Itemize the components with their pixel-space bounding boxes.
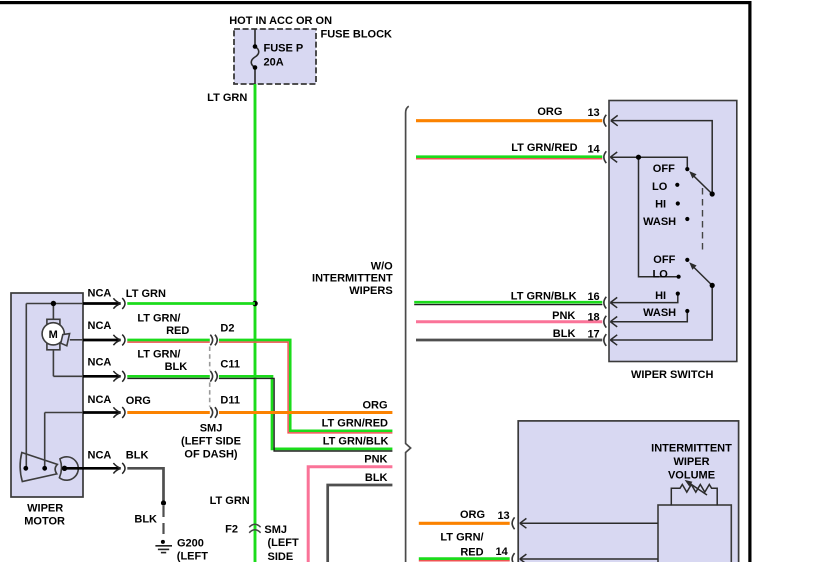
svg-text:WIPER: WIPER (673, 456, 709, 468)
svg-text:PNK: PNK (552, 310, 575, 322)
svg-text:13: 13 (497, 510, 509, 522)
svg-text:LT GRN: LT GRN (126, 288, 166, 300)
svg-text:HI: HI (655, 290, 666, 302)
svg-text:14: 14 (496, 546, 509, 558)
svg-text:LT GRN: LT GRN (210, 495, 250, 507)
svg-text:ORG: ORG (460, 509, 485, 521)
svg-text:BLK: BLK (165, 361, 188, 373)
svg-text:LO: LO (652, 181, 668, 193)
svg-text:WIPER: WIPER (27, 502, 63, 514)
svg-text:BLK: BLK (365, 472, 388, 484)
svg-text:M: M (49, 329, 58, 341)
svg-text:LT GRN/: LT GRN/ (137, 348, 180, 360)
svg-text:WASH: WASH (643, 307, 676, 319)
svg-text:NCA: NCA (88, 287, 112, 299)
svg-text:C11: C11 (220, 359, 240, 371)
svg-text:NCA: NCA (88, 356, 112, 368)
svg-text:FUSE P: FUSE P (264, 42, 304, 54)
svg-text:ORG: ORG (537, 106, 562, 118)
svg-text:SMJ: SMJ (200, 423, 223, 435)
svg-text:F2: F2 (225, 524, 238, 536)
svg-text:RED: RED (166, 325, 189, 337)
svg-text:VOLUME: VOLUME (668, 470, 715, 482)
svg-text:13: 13 (587, 107, 599, 119)
svg-text:LT GRN/RED: LT GRN/RED (511, 142, 577, 154)
svg-text:OFF: OFF (653, 163, 675, 175)
svg-text:HI: HI (655, 199, 666, 211)
svg-text:ORG: ORG (126, 395, 151, 407)
svg-text:RED: RED (460, 547, 483, 559)
svg-text:INTERMITTENT: INTERMITTENT (651, 442, 732, 454)
svg-text:BLK: BLK (134, 514, 157, 526)
svg-text:LT GRN/BLK: LT GRN/BLK (323, 436, 389, 448)
svg-text:FUSE BLOCK: FUSE BLOCK (321, 29, 393, 41)
svg-text:20A: 20A (264, 56, 284, 68)
svg-text:(LEFT: (LEFT (268, 537, 299, 549)
svg-text:D2: D2 (220, 323, 234, 335)
svg-text:G200: G200 (177, 537, 204, 549)
svg-text:BLK: BLK (553, 328, 576, 340)
svg-text:ORG: ORG (362, 400, 387, 412)
svg-text:OFF: OFF (653, 254, 675, 266)
svg-text:LT GRN/: LT GRN/ (440, 531, 483, 543)
svg-text:WASH: WASH (643, 216, 676, 228)
svg-text:LT GRN/BLK: LT GRN/BLK (511, 291, 577, 303)
svg-text:LO: LO (653, 269, 669, 281)
svg-text:NCA: NCA (88, 320, 112, 332)
svg-text:W/O: W/O (371, 261, 393, 273)
svg-text:INTERMITTENT: INTERMITTENT (312, 273, 393, 285)
svg-text:(LEFT: (LEFT (177, 550, 208, 562)
svg-text:PNK: PNK (364, 454, 387, 466)
svg-text:HOT IN ACC OR ON: HOT IN ACC OR ON (229, 15, 332, 27)
svg-text:LT GRN: LT GRN (207, 92, 247, 104)
svg-text:SIDE: SIDE (268, 551, 294, 562)
svg-text:14: 14 (587, 144, 600, 156)
svg-text:NCA: NCA (88, 449, 112, 461)
svg-text:WIPER SWITCH: WIPER SWITCH (631, 369, 714, 381)
svg-text:MOTOR: MOTOR (24, 515, 65, 527)
svg-text:(LEFT SIDE: (LEFT SIDE (181, 435, 241, 447)
svg-text:18: 18 (587, 312, 599, 324)
svg-text:16: 16 (587, 291, 599, 303)
svg-text:LT GRN/RED: LT GRN/RED (322, 418, 388, 430)
svg-text:17: 17 (587, 328, 599, 340)
svg-text:SMJ: SMJ (264, 524, 287, 536)
svg-text:D11: D11 (220, 395, 240, 407)
svg-text:BLK: BLK (126, 449, 149, 461)
svg-text:LT GRN/: LT GRN/ (137, 313, 180, 325)
svg-text:OF DASH): OF DASH) (184, 449, 238, 461)
svg-text:WIPERS: WIPERS (349, 285, 392, 297)
svg-text:NCA: NCA (88, 394, 112, 406)
